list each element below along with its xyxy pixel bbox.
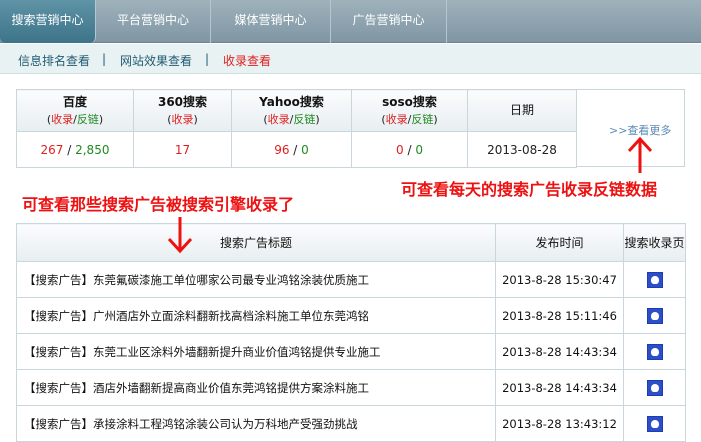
- tab-ad-marketing[interactable]: 广告营销中心: [331, 0, 447, 43]
- tab-label: 平台营销中心: [116, 13, 189, 27]
- table-row: 【搜索广告】东莞工业区涂料外墙翻新提升商业价值鸿铭提供专业施工 2013-8-2…: [16, 333, 686, 370]
- search-ad-table: 搜索广告标题 发布时间 搜索收录页 【搜索广告】东莞氟碳漆施工单位哪家公司最专业…: [16, 223, 686, 442]
- tab-search-marketing[interactable]: 搜索营销中心: [0, 0, 96, 43]
- header-publish-time: 发布时间: [495, 223, 624, 262]
- engine-name: Yahoo搜索: [259, 94, 324, 109]
- ad-title[interactable]: 【搜索广告】广州酒店外立面涂料翻新找高档涂料施工单位东莞鸿铭: [16, 297, 496, 334]
- subnav-separator: |: [205, 52, 210, 66]
- date-label: 日期: [509, 103, 534, 117]
- engine-name: soso搜索: [382, 94, 437, 109]
- table-row: 【搜索广告】东莞氟碳漆施工单位哪家公司最专业鸿铭涂装优质施工 2013-8-28…: [16, 261, 686, 298]
- baidu-paw-icon[interactable]: [646, 379, 663, 396]
- header-index-page: 搜索收录页: [623, 223, 686, 262]
- table-row: 【搜索广告】广州酒店外立面涂料翻新找高档涂料施工单位东莞鸿铭 2013-8-28…: [16, 297, 686, 334]
- ad-title[interactable]: 【搜索广告】东莞工业区涂料外墙翻新提升商业价值鸿铭提供专业施工: [16, 333, 496, 370]
- baidu-paw-icon[interactable]: [646, 307, 663, 324]
- col-header-baidu: 百度 (收录/反链): [16, 89, 134, 132]
- sub-nav: 信息排名查看 | 网站效果查看 | 收录查看: [0, 44, 701, 74]
- subnav-index-view[interactable]: 收录查看: [223, 52, 271, 69]
- annotation-right: 可查看每天的搜索广告收录反链数据: [401, 180, 658, 199]
- engine-name: 360搜索: [157, 94, 208, 109]
- ad-title[interactable]: 【搜索广告】承接涂料工程鸿铭涂装公司认为万科地产受强劲挑战: [16, 405, 496, 442]
- date-value: 2013-08-28: [467, 131, 577, 168]
- ad-time: 2013-8-28 15:11:46: [495, 297, 624, 334]
- ad-time: 2013-8-28 14:43:34: [495, 369, 624, 406]
- engine-name: 百度: [62, 94, 87, 109]
- tab-label: 广告营销中心: [352, 13, 425, 27]
- tab-media-marketing[interactable]: 媒体营销中心: [211, 0, 331, 43]
- yahoo-value: 96 / 0: [231, 131, 352, 168]
- col-sub-label: (收录): [167, 112, 198, 126]
- ad-time: 2013-8-28 13:43:12: [495, 405, 624, 442]
- baidu-paw-icon[interactable]: [646, 415, 663, 432]
- col-sub-label: (收录/反链): [263, 112, 320, 126]
- annotation-left: 可查看那些搜索广告被搜索引擎收录了: [22, 195, 295, 214]
- ad-time: 2013-8-28 15:30:47: [495, 261, 624, 298]
- col-header-360: 360搜索 (收录): [133, 89, 232, 132]
- annotation-down-arrow: [167, 217, 193, 254]
- col-header-date: 日期: [467, 89, 577, 132]
- col-header-soso: soso搜索 (收录/反链): [351, 89, 468, 132]
- tab-platform-marketing[interactable]: 平台营销中心: [96, 0, 211, 43]
- index-stats-table: 百度 (收录/反链) 360搜索 (收录) Yahoo搜索 (收录/反链) so…: [16, 89, 577, 168]
- subnav-ranking-view[interactable]: 信息排名查看: [18, 52, 90, 69]
- baidu-value: 267 / 2,850: [16, 131, 134, 168]
- ad-title[interactable]: 【搜索广告】酒店外墙翻新提高商业价值东莞鸿铭提供方案涂料施工: [16, 369, 496, 406]
- top-nav: 搜索营销中心 平台营销中心 媒体营销中心 广告营销中心: [0, 0, 701, 43]
- s360-value: 17: [133, 131, 232, 168]
- ad-time: 2013-8-28 14:43:34: [495, 333, 624, 370]
- baidu-paw-icon[interactable]: [646, 271, 663, 288]
- table-row: 【搜索广告】酒店外墙翻新提高商业价值东莞鸿铭提供方案涂料施工 2013-8-28…: [16, 369, 686, 406]
- col-header-yahoo: Yahoo搜索 (收录/反链): [231, 89, 352, 132]
- table-row: 【搜索广告】承接涂料工程鸿铭涂装公司认为万科地产受强劲挑战 2013-8-28 …: [16, 405, 686, 442]
- col-sub-label: (收录/反链): [381, 112, 438, 126]
- subnav-site-effect[interactable]: 网站效果查看: [120, 52, 192, 69]
- col-sub-label: (收录/反链): [46, 112, 104, 126]
- ad-title[interactable]: 【搜索广告】东莞氟碳漆施工单位哪家公司最专业鸿铭涂装优质施工: [16, 261, 496, 298]
- soso-value: 0 / 0: [351, 131, 468, 168]
- annotation-up-arrow: [627, 136, 653, 173]
- tab-label: 媒体营销中心: [234, 13, 307, 27]
- header-ad-title: 搜索广告标题: [16, 223, 496, 262]
- baidu-paw-icon[interactable]: [646, 343, 663, 360]
- subnav-separator: |: [102, 52, 107, 66]
- tab-label: 搜索营销中心: [11, 13, 84, 27]
